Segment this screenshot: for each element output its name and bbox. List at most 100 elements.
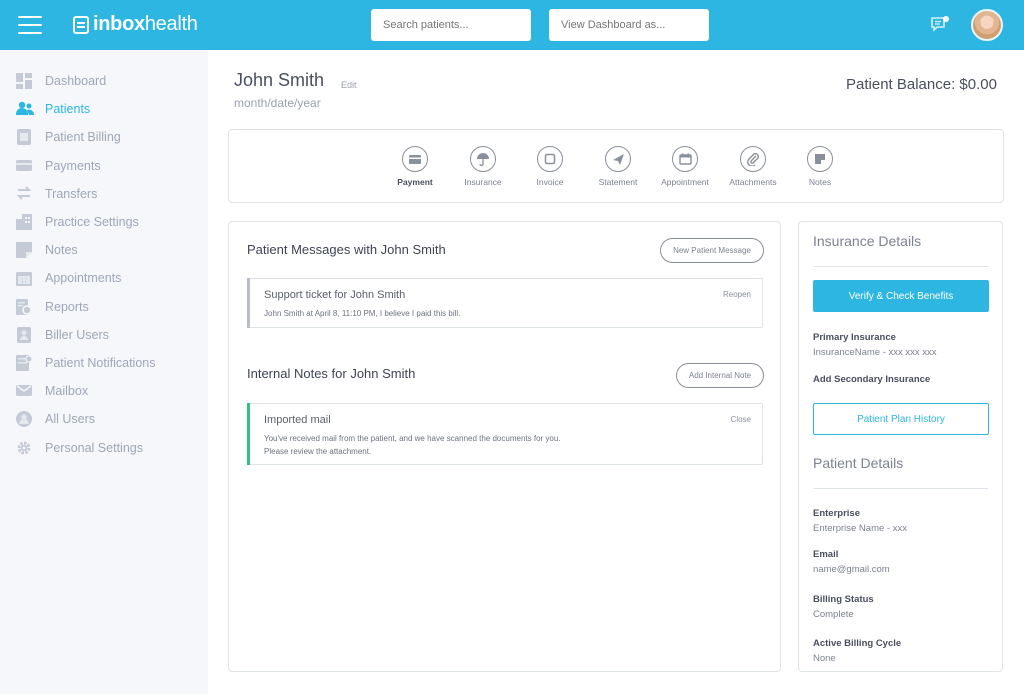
patients-icon (16, 101, 34, 117)
internal-notes-title: Internal Notes for John Smith (247, 366, 416, 381)
dashboard-icon (16, 73, 32, 89)
messages-card: Patient Messages with John Smith New Pat… (228, 221, 781, 672)
action-attachments[interactable]: Attachments (723, 146, 783, 187)
sidebar-item-label: Patient Billing (45, 130, 121, 145)
enterprise-label: Enterprise (813, 508, 860, 519)
billing-status-label: Billing Status (813, 594, 874, 605)
ticket-body: John Smith at April 8, 11:10 PM, I belie… (264, 309, 461, 318)
sidebar-item-patient-notifications[interactable]: Patient Notifications (0, 349, 208, 377)
sidebar-item-label: Personal Settings (45, 440, 143, 455)
email-value: name@gmail.com (813, 564, 890, 575)
sidebar-item-label: Dashboard (45, 74, 107, 88)
sidebar-item-label: Payments (45, 158, 101, 173)
biller-icon (16, 326, 32, 343)
action-statement[interactable]: Statement (588, 146, 648, 187)
action-label: Notes (808, 177, 832, 187)
note-body: You've received mail from the patient, a… (264, 432, 561, 458)
messages-title: Patient Messages with John Smith (247, 242, 446, 257)
sidebar-item-patient-billing[interactable]: Patient Billing (0, 123, 208, 151)
transfer-icon (16, 186, 32, 202)
avatar[interactable] (971, 9, 1003, 41)
billing-status-value: Complete (813, 609, 854, 620)
action-label: Payment (397, 177, 433, 187)
verify-check-benefits-button[interactable]: Verify & Check Benefits (813, 280, 989, 312)
report-icon (16, 298, 32, 315)
sidebar-item-practice-settings[interactable]: Practice Settings (0, 208, 208, 236)
hamburger-menu-icon[interactable] (18, 16, 42, 34)
sidebar-item-personal-settings[interactable]: Personal Settings (0, 434, 208, 462)
sidebar-item-label: Patients (45, 102, 91, 117)
new-patient-message-button[interactable]: New Patient Message (660, 238, 764, 263)
top-bar: inbox health (0, 0, 1024, 50)
ticket-title: Support ticket for John Smith (264, 289, 406, 301)
logo[interactable]: inbox health (73, 13, 198, 36)
search-patients-input[interactable] (371, 9, 531, 41)
action-notes[interactable]: Notes (790, 146, 850, 187)
sidebar-item-label: Mailbox (45, 384, 89, 399)
logo-icon (73, 15, 89, 34)
divider (813, 266, 988, 267)
chat-notification-icon[interactable] (931, 16, 949, 32)
action-bar: Payment Insurance Invoice Statement Appo… (228, 129, 1004, 203)
patient-balance: Patient Balance: $0.00 (846, 76, 997, 93)
patient-dob: month/date/year (234, 96, 321, 110)
view-dashboard-as-input[interactable] (549, 9, 709, 41)
note-status-bar (247, 403, 250, 465)
sidebar-item-mailbox[interactable]: Mailbox (0, 377, 208, 405)
sidebar: Dashboard Patients Patient Billing Payments… (0, 50, 208, 694)
support-ticket[interactable]: Support ticket for John Smith John Smith… (247, 278, 763, 328)
email-label: Email (813, 549, 839, 560)
action-appointment[interactable]: Appointment (655, 146, 715, 187)
action-invoice[interactable]: Invoice (520, 146, 580, 187)
sidebar-item-label: Reports (45, 299, 89, 314)
sidebar-item-notes[interactable]: Notes (0, 236, 208, 264)
note-title: Imported mail (264, 414, 331, 426)
action-payment[interactable]: Payment (385, 146, 445, 187)
action-label: Invoice (536, 177, 564, 187)
sidebar-item-label: Appointments (45, 271, 122, 286)
edit-link[interactable]: Edit (341, 80, 357, 90)
divider (813, 488, 988, 489)
calendar-icon (672, 146, 698, 172)
sidebar-item-payments[interactable]: Payments (0, 152, 208, 180)
add-secondary-insurance-link[interactable]: Add Secondary Insurance (813, 374, 930, 385)
sidebar-item-reports[interactable]: Reports (0, 293, 208, 321)
mailbox-icon (16, 383, 32, 399)
gear-icon (16, 440, 32, 456)
sidebar-item-appointments[interactable]: 17 Appointments (0, 264, 208, 292)
close-link[interactable]: Close (731, 415, 751, 424)
sidebar-item-label: Practice Settings (45, 215, 139, 229)
action-label: Appointment (661, 177, 709, 187)
sidebar-item-patients[interactable]: Patients (0, 95, 208, 123)
reopen-link[interactable]: Reopen (723, 290, 751, 299)
building-icon (16, 214, 32, 230)
send-icon (605, 146, 631, 172)
enterprise-value: Enterprise Name - xxx (813, 523, 907, 534)
action-label: Statement (598, 177, 638, 187)
sidebar-item-label: Patient Notifications (45, 356, 156, 370)
card-icon (16, 158, 32, 174)
action-insurance[interactable]: Insurance (453, 146, 513, 187)
patient-plan-history-button[interactable]: Patient Plan History (813, 403, 989, 435)
note-icon (16, 242, 32, 259)
ticket-status-bar (247, 278, 250, 328)
invoice-icon (537, 146, 563, 172)
payment-icon (402, 146, 428, 172)
paperclip-icon (740, 146, 766, 172)
sidebar-item-biller-users[interactable]: Biller Users (0, 321, 208, 349)
sidebar-item-all-users[interactable]: All Users (0, 405, 208, 433)
sidebar-item-dashboard[interactable]: Dashboard (0, 67, 208, 95)
sidebar-item-label: Transfers (45, 186, 98, 201)
notification-icon (16, 355, 33, 371)
calendar-icon: 17 (16, 270, 32, 287)
add-internal-note-button[interactable]: Add Internal Note (676, 363, 764, 388)
primary-insurance-value: InsuranceName - xxx xxx xxx (813, 347, 937, 358)
svg-text:17: 17 (21, 279, 28, 285)
sidebar-item-label: All Users (45, 412, 96, 427)
sidebar-item-transfers[interactable]: Transfers (0, 180, 208, 208)
imported-mail-note[interactable]: Imported mail You've received mail from … (247, 403, 763, 465)
primary-insurance-label: Primary Insurance (813, 332, 896, 343)
action-label: Insurance (464, 177, 502, 187)
note-icon (807, 146, 833, 172)
logo-prefix: inbox (93, 13, 145, 35)
